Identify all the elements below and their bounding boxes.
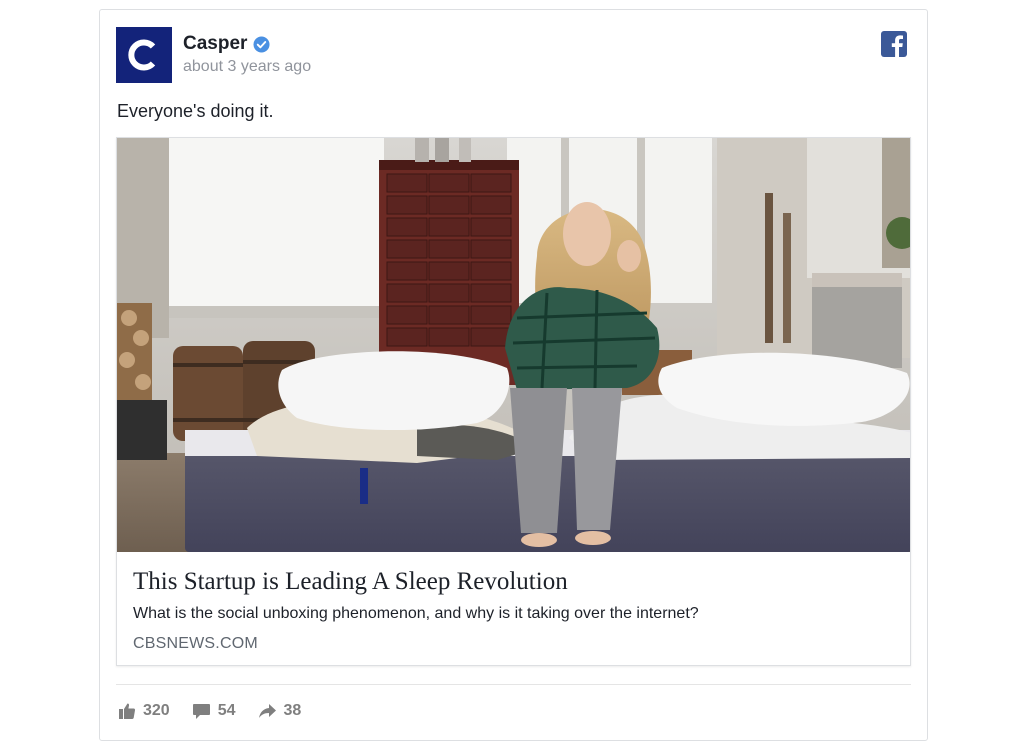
share-count: 38 [283, 702, 302, 719]
link-description: What is the social unboxing phenomenon, … [133, 605, 699, 622]
like-count: 320 [143, 702, 170, 719]
comment-action[interactable]: 54 [192, 702, 236, 720]
engagement-bar: 320 54 38 [118, 702, 323, 720]
page-name[interactable]: Casper [183, 33, 247, 55]
footer-divider [116, 684, 911, 685]
page-name-link[interactable]: Casper [183, 33, 270, 55]
share-action[interactable]: 38 [258, 702, 302, 720]
link-preview-card[interactable]: This Startup is Leading A Sleep Revoluti… [116, 137, 911, 666]
verified-badge-icon [253, 35, 270, 53]
facebook-icon[interactable] [881, 31, 907, 57]
post-timestamp[interactable]: about 3 years ago [183, 58, 311, 76]
post-text: Everyone's doing it. [117, 101, 274, 121]
like-action[interactable]: 320 [118, 702, 170, 720]
share-arrow-icon [258, 704, 276, 718]
comment-icon [192, 704, 210, 719]
comment-count: 54 [217, 702, 236, 719]
casper-logo-icon [128, 39, 156, 71]
page-avatar[interactable] [116, 27, 172, 83]
link-domain: CBSNEWS.COM [133, 635, 258, 652]
facebook-post-card: Casper about 3 years ago Everyone's doin… [99, 9, 928, 741]
link-preview-image[interactable] [117, 138, 911, 552]
thumbs-up-icon [119, 703, 136, 719]
link-title[interactable]: This Startup is Leading A Sleep Revoluti… [133, 568, 568, 596]
